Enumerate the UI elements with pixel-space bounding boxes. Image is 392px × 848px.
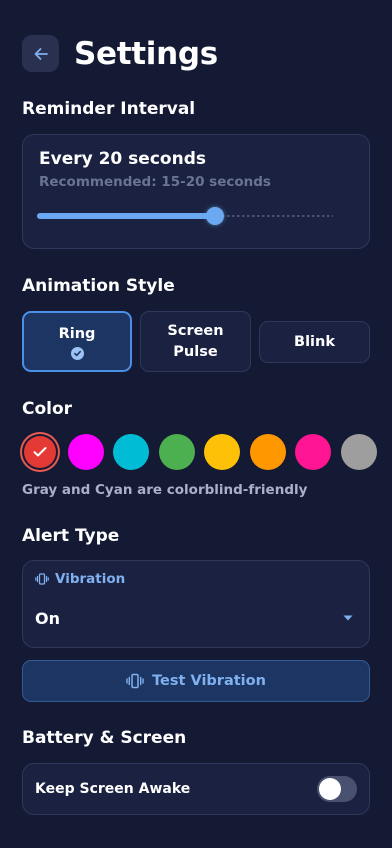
vibration-icon xyxy=(126,673,144,689)
option-label: Ring xyxy=(58,325,96,342)
color-swatch[interactable] xyxy=(159,434,195,470)
toggle-knob xyxy=(319,778,341,800)
header: Settings xyxy=(22,35,218,72)
animation-section-title: Animation Style xyxy=(22,276,175,296)
animation-option-blink[interactable]: Blink xyxy=(259,321,370,363)
slider-thumb[interactable] xyxy=(206,207,224,225)
option-label: Screen xyxy=(167,322,224,339)
caret-down-icon xyxy=(343,615,353,621)
back-button[interactable] xyxy=(22,35,59,72)
check-circle-icon xyxy=(70,346,84,360)
battery-section-title: Battery & Screen xyxy=(22,728,187,748)
color-swatch[interactable] xyxy=(24,436,56,468)
color-swatch[interactable] xyxy=(113,434,149,470)
arrow-left-icon xyxy=(34,47,48,60)
color-swatch[interactable] xyxy=(68,434,104,470)
interval-value: Every 20 seconds xyxy=(39,149,206,169)
alert-field-label: Vibration xyxy=(35,571,357,587)
keep-screen-awake-row: Keep Screen Awake xyxy=(22,763,370,815)
alert-type-dropdown[interactable]: Vibration On xyxy=(22,560,370,648)
animation-option-ring[interactable]: Ring xyxy=(22,311,132,372)
keep-screen-awake-label: Keep Screen Awake xyxy=(35,781,191,797)
vibration-icon xyxy=(35,573,49,585)
test-vibration-label: Test Vibration xyxy=(152,673,266,689)
reminder-interval-card: Every 20 seconds Recommended: 15-20 seco… xyxy=(22,134,370,249)
option-label-line2: Pulse xyxy=(173,343,218,360)
slider-fill xyxy=(37,213,215,219)
alert-section-title: Alert Type xyxy=(22,526,120,546)
color-swatch[interactable] xyxy=(295,434,331,470)
alert-value: On xyxy=(35,609,60,628)
color-swatch[interactable] xyxy=(341,434,377,470)
alert-field-label-text: Vibration xyxy=(55,571,126,587)
interval-slider[interactable] xyxy=(37,207,333,225)
color-hint: Gray and Cyan are colorblind-friendly xyxy=(22,482,308,498)
color-swatches xyxy=(22,434,377,472)
settings-page: Settings Reminder Interval Every 20 seco… xyxy=(0,0,392,848)
check-icon xyxy=(33,447,47,457)
keep-screen-awake-toggle[interactable] xyxy=(317,776,357,802)
reminder-section-title: Reminder Interval xyxy=(22,99,196,119)
page-title: Settings xyxy=(74,35,218,72)
color-section-title: Color xyxy=(22,399,73,419)
test-vibration-button[interactable]: Test Vibration xyxy=(22,660,370,702)
animation-option-screen-pulse[interactable]: Screen Pulse xyxy=(140,311,251,372)
interval-hint: Recommended: 15-20 seconds xyxy=(39,174,271,190)
option-label: Blink xyxy=(294,333,335,350)
color-swatch[interactable] xyxy=(204,434,240,470)
color-swatch[interactable] xyxy=(250,434,286,470)
